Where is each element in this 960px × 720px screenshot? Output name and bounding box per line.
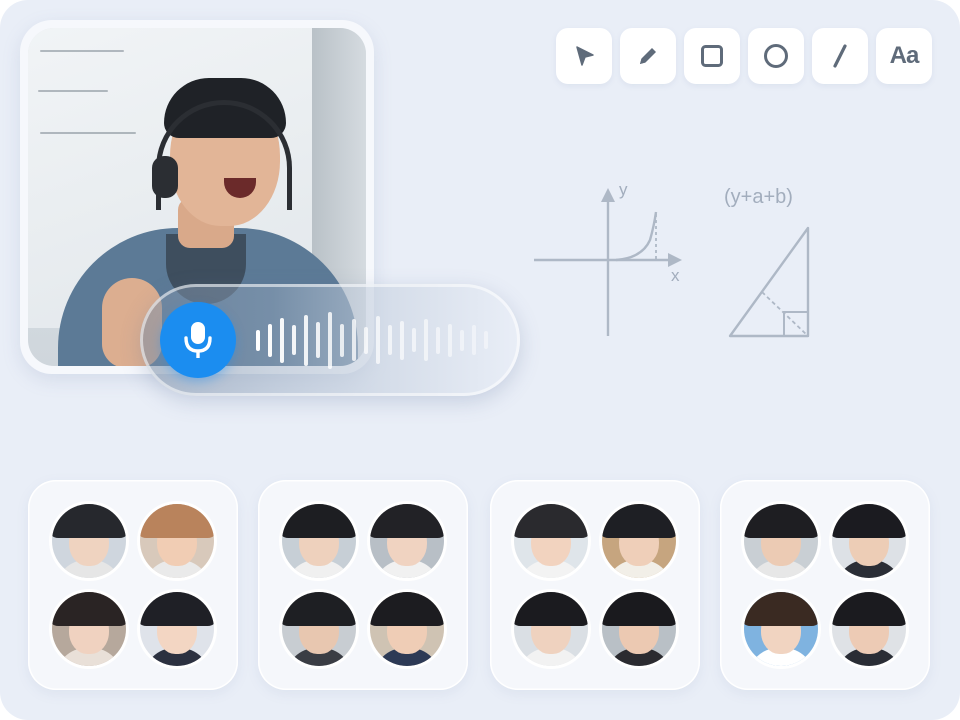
student-hair bbox=[140, 592, 214, 626]
student-hair bbox=[832, 592, 906, 626]
waveform-bar bbox=[376, 316, 380, 364]
student-hair bbox=[282, 504, 356, 538]
waveform-bar bbox=[268, 324, 272, 357]
waveform-bar bbox=[340, 324, 344, 357]
waveform-bar bbox=[484, 331, 488, 349]
student-avatar[interactable] bbox=[744, 592, 818, 666]
text-tool-label: Aa bbox=[889, 42, 920, 69]
student-hair bbox=[744, 504, 818, 538]
headset-earcup bbox=[152, 156, 178, 198]
rectangle-tool-button[interactable] bbox=[684, 28, 740, 84]
waveform-bar bbox=[412, 328, 416, 352]
circle-tool-button[interactable] bbox=[748, 28, 804, 84]
waveform-bar bbox=[316, 322, 320, 358]
student-group-card[interactable] bbox=[720, 480, 930, 690]
student-avatar[interactable] bbox=[52, 592, 126, 666]
circle-icon bbox=[764, 44, 788, 68]
whiteboard-scribble bbox=[40, 50, 124, 52]
pencil-icon bbox=[640, 48, 656, 64]
equation-label: (y+a+b) bbox=[724, 186, 793, 208]
waveform-bar bbox=[352, 319, 356, 361]
pen-tool-button[interactable] bbox=[620, 28, 676, 84]
student-hair bbox=[370, 504, 444, 538]
graph-x-arrow bbox=[668, 253, 682, 267]
waveform-bar bbox=[364, 327, 368, 354]
whiteboard-scribble bbox=[40, 132, 136, 134]
student-hair bbox=[140, 504, 214, 538]
student-hair bbox=[282, 592, 356, 626]
text-tool-button[interactable]: Aa bbox=[876, 28, 932, 84]
student-group-card[interactable] bbox=[490, 480, 700, 690]
student-avatar[interactable] bbox=[832, 592, 906, 666]
graph-y-arrow bbox=[601, 188, 615, 202]
audio-waveform bbox=[256, 310, 496, 370]
student-hair bbox=[514, 504, 588, 538]
graph-curve bbox=[615, 211, 658, 262]
microphone-button[interactable] bbox=[160, 302, 236, 378]
student-hair bbox=[52, 592, 126, 626]
student-group-card[interactable] bbox=[258, 480, 468, 690]
voice-activity-bar bbox=[140, 284, 520, 396]
student-avatar[interactable] bbox=[514, 592, 588, 666]
student-avatar[interactable] bbox=[370, 504, 444, 578]
whiteboard-scribble bbox=[38, 90, 108, 92]
student-hair bbox=[52, 504, 126, 538]
student-hair bbox=[832, 504, 906, 538]
waveform-bar bbox=[400, 321, 404, 360]
waveform-bar bbox=[436, 327, 440, 354]
student-avatar[interactable] bbox=[370, 592, 444, 666]
student-avatar[interactable] bbox=[602, 592, 676, 666]
student-avatar[interactable] bbox=[140, 504, 214, 578]
line-icon bbox=[833, 44, 847, 68]
student-hair bbox=[370, 592, 444, 626]
waveform-bar bbox=[292, 325, 296, 355]
right-triangle bbox=[728, 226, 810, 338]
student-avatar[interactable] bbox=[282, 592, 356, 666]
student-avatar[interactable] bbox=[832, 504, 906, 578]
waveform-bar bbox=[460, 330, 464, 351]
student-hair bbox=[744, 592, 818, 626]
waveform-bar bbox=[388, 325, 392, 355]
waveform-bar bbox=[328, 312, 332, 369]
student-hair bbox=[602, 592, 676, 626]
student-avatar[interactable] bbox=[514, 504, 588, 578]
waveform-bar bbox=[472, 325, 476, 355]
line-tool-button[interactable] bbox=[812, 28, 868, 84]
student-hair bbox=[602, 504, 676, 538]
student-avatar[interactable] bbox=[52, 504, 126, 578]
graph-x-label: x bbox=[671, 266, 680, 285]
student-avatar[interactable] bbox=[602, 504, 676, 578]
square-icon bbox=[701, 45, 723, 67]
waveform-bar bbox=[280, 318, 284, 363]
student-avatar[interactable] bbox=[140, 592, 214, 666]
waveform-bar bbox=[448, 324, 452, 357]
student-hair bbox=[514, 592, 588, 626]
waveform-bar bbox=[304, 315, 308, 366]
student-avatar[interactable] bbox=[282, 504, 356, 578]
student-group-card[interactable] bbox=[28, 480, 238, 690]
student-avatar[interactable] bbox=[744, 504, 818, 578]
waveform-bar bbox=[424, 319, 428, 361]
virtual-classroom: Aa y x (y+a+b) bbox=[0, 0, 960, 720]
graph-y-label: y bbox=[619, 180, 628, 199]
microphone-icon bbox=[184, 322, 212, 358]
cursor-arrow-icon bbox=[576, 46, 594, 66]
select-tool-button[interactable] bbox=[556, 28, 612, 84]
waveform-bar bbox=[256, 330, 260, 351]
